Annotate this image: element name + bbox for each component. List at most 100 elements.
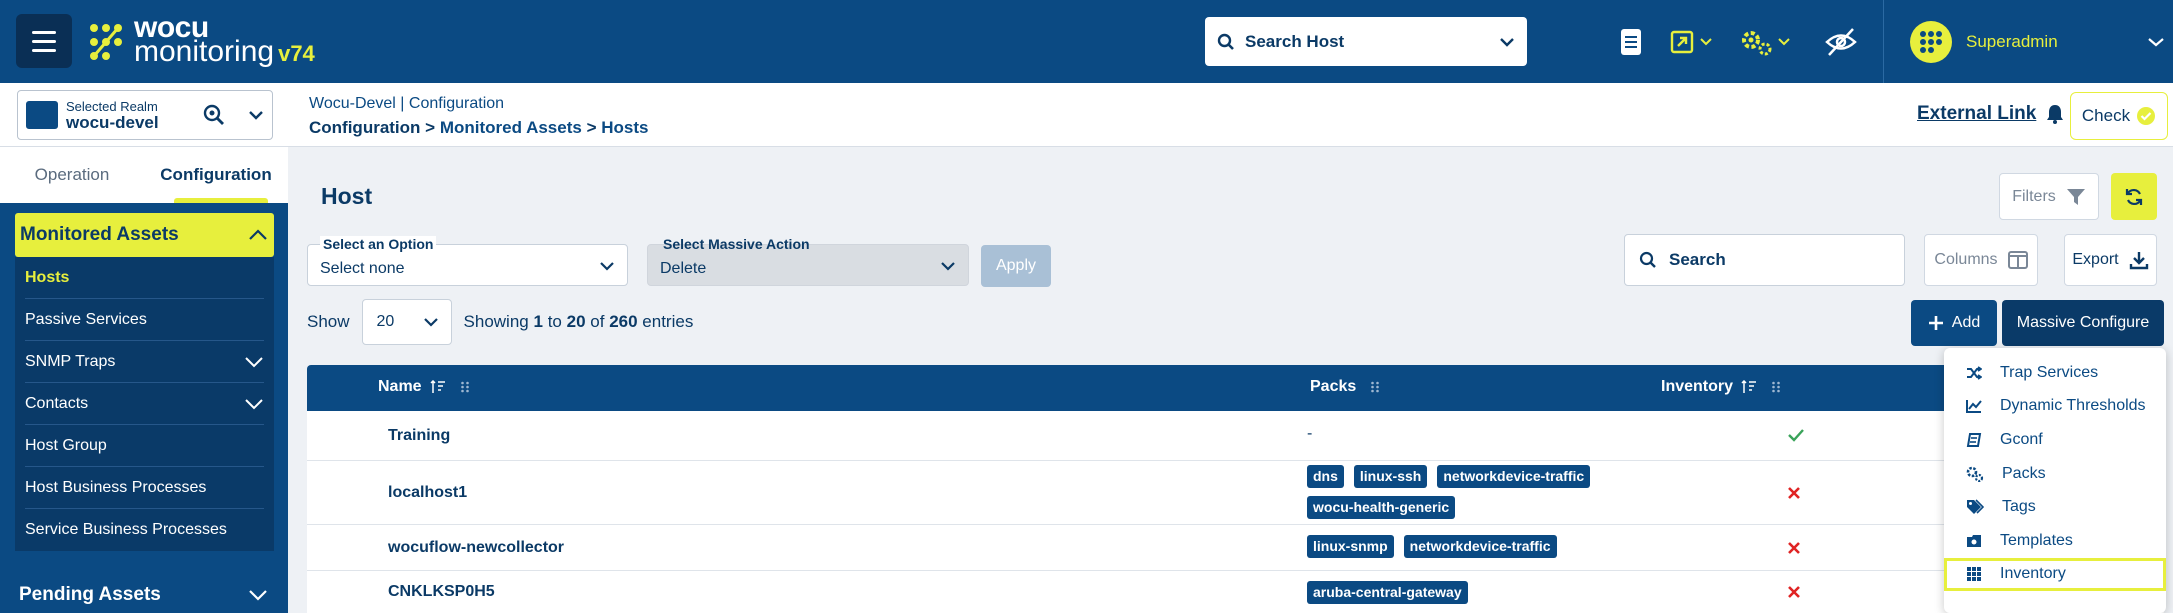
sidebar-item-hosts[interactable]: Hosts [25, 257, 264, 299]
chevron-down-icon [1500, 37, 1514, 47]
host-name[interactable]: wocuflow-newcollector [388, 539, 564, 557]
option-select-label: Select an Option [320, 236, 437, 252]
host-name[interactable]: localhost1 [388, 484, 467, 502]
table-row[interactable]: CNKLKSP0H5 aruba-central-gateway [307, 571, 2164, 613]
massive-configure-button[interactable]: Massive Configure [2002, 300, 2164, 346]
pack-chip[interactable]: linux-snmp [1307, 535, 1394, 558]
pack-chip[interactable]: dns [1307, 465, 1344, 488]
table-search [1624, 234, 1905, 286]
chevron-down-icon [941, 262, 955, 271]
menu-item-packs[interactable]: Packs [1944, 457, 2166, 491]
search-input[interactable] [1669, 250, 1889, 270]
search-host-select[interactable]: Search Host [1205, 17, 1527, 66]
realm-value: wocu-devel [66, 112, 159, 132]
notes-button[interactable] [1620, 24, 1642, 60]
sidebar-item-contacts[interactable]: Contacts [25, 383, 264, 425]
menu-item-inventory[interactable]: Inventory [1944, 557, 2166, 592]
sidebar-item-snmp-traps[interactable]: SNMP Traps [25, 341, 264, 383]
pack-chip[interactable]: linux-ssh [1353, 465, 1428, 488]
columns-button[interactable]: Columns [1924, 234, 2038, 286]
table-row[interactable]: Training - [307, 411, 2164, 461]
export-button[interactable]: Export [2064, 234, 2157, 286]
monitored-assets-header[interactable]: Monitored Assets [15, 213, 274, 257]
filters-button[interactable]: Filters [1999, 173, 2099, 220]
table-row[interactable]: localhost1 dns linux-ssh networkdevice-t… [307, 461, 2164, 525]
pack-chip[interactable]: aruba-central-gateway [1307, 581, 1468, 604]
pending-assets-header[interactable]: Pending Assets [15, 574, 274, 613]
search-icon [1639, 251, 1656, 268]
check-button[interactable]: Check [2070, 92, 2168, 140]
massive-action-select[interactable]: Select Massive Action Delete [647, 236, 969, 286]
realm-breadcrumb-bar: Selected Realm wocu-devel Wocu-Devel | C… [0, 83, 2173, 147]
download-icon [2129, 252, 2148, 270]
check-circle-icon [2137, 107, 2156, 125]
tab-configuration[interactable]: Configuration [144, 147, 288, 203]
chevron-down-icon [249, 111, 263, 120]
user-menu[interactable]: Superadmin [1910, 18, 2165, 66]
massive-configure-menu: Trap Services Dynamic Thresholds Gconf P… [1944, 348, 2166, 613]
menu-item-gconf[interactable]: Gconf [1944, 423, 2166, 457]
entries-info: Showing 1 to 20 of 260 entries [463, 312, 694, 331]
sidebar-item-passive-services[interactable]: Passive Services [25, 299, 264, 341]
breadcrumb: Wocu-Devel | Configuration Configuration… [309, 95, 649, 137]
menu-item-dynamic-thresholds[interactable]: Dynamic Thresholds [1944, 390, 2166, 424]
realm-search-icon[interactable] [202, 103, 226, 127]
menu-item-tags[interactable]: Tags [1944, 490, 2166, 524]
sidebar-item-host-group[interactable]: Host Group [25, 425, 264, 467]
breadcrumb-section[interactable]: Configuration [409, 95, 504, 112]
monitoring-toggle-button[interactable] [1824, 24, 1858, 60]
logo[interactable]: wocu monitoring v74 [88, 12, 315, 66]
column-name-header[interactable]: Name [378, 378, 470, 396]
host-name[interactable]: Training [388, 427, 450, 445]
realm-selector[interactable]: Selected Realm wocu-devel [17, 90, 273, 140]
sidebar-item-service-business-processes[interactable]: Service Business Processes [25, 509, 264, 551]
main-content: Host Filters Select an Option Select non… [288, 147, 2173, 613]
sidebar-tabs: Operation Configuration [0, 147, 288, 203]
hamburger-icon [32, 30, 56, 34]
plus-icon [1928, 316, 1943, 330]
version-badge: v74 [278, 40, 315, 66]
cross-icon [1788, 487, 1800, 499]
page-size-select[interactable]: 20 [361, 299, 452, 345]
monitored-assets-group: Monitored Assets Hosts Passive Services … [15, 213, 274, 551]
drag-handle-icon[interactable] [1370, 380, 1380, 394]
pack-chip[interactable]: wocu-health-generic [1307, 496, 1456, 519]
pack-chip[interactable]: networkdevice-traffic [1403, 535, 1557, 558]
drag-handle-icon[interactable] [1771, 380, 1781, 394]
settings-button[interactable] [1740, 24, 1790, 60]
external-link[interactable]: External Link [1917, 103, 2064, 125]
refresh-button[interactable] [2111, 173, 2157, 220]
chevron-down-icon [249, 590, 267, 601]
table-row[interactable]: wocuflow-newcollector linux-snmp network… [307, 525, 2164, 571]
menu-toggle-button[interactable] [16, 14, 72, 68]
page-size-control: Show 20 Showing 1 to 20 of 260 entries [307, 299, 693, 345]
gconf-icon [1966, 432, 1982, 447]
external-dashboard-button[interactable] [1670, 24, 1712, 60]
add-button[interactable]: Add [1911, 300, 1997, 346]
tab-operation[interactable]: Operation [0, 147, 144, 203]
host-name[interactable]: CNKLKSP0H5 [388, 583, 495, 601]
menu-item-templates[interactable]: Templates [1944, 524, 2166, 558]
chart-line-icon [1966, 400, 1982, 414]
breadcrumb-configuration[interactable]: Configuration [309, 118, 420, 137]
breadcrumb-hosts[interactable]: Hosts [601, 118, 648, 137]
apply-button[interactable]: Apply [981, 245, 1051, 287]
breadcrumb-realm[interactable]: Wocu-Devel [309, 95, 396, 112]
refresh-icon [2125, 188, 2143, 205]
chevron-down-icon [245, 356, 263, 367]
sidebar-item-host-business-processes[interactable]: Host Business Processes [25, 467, 264, 509]
page-title: Host [321, 183, 373, 209]
column-inventory-header[interactable]: Inventory [1661, 378, 1781, 396]
sort-icon [430, 380, 445, 393]
table-header: Name Packs Inventory [307, 365, 2164, 411]
option-select[interactable]: Select an Option Select none [307, 236, 628, 286]
menu-item-trap-services[interactable]: Trap Services [1944, 356, 2166, 390]
filter-icon [2066, 188, 2085, 205]
column-packs-header[interactable]: Packs [1310, 378, 1380, 396]
breadcrumb-monitored-assets[interactable]: Monitored Assets [440, 118, 582, 137]
chevron-down-icon [600, 262, 614, 271]
grid-icon [1967, 567, 1981, 582]
drag-handle-icon[interactable] [460, 380, 470, 394]
pack-chip[interactable]: networkdevice-traffic [1437, 465, 1591, 488]
gears-icon [1966, 466, 1984, 482]
